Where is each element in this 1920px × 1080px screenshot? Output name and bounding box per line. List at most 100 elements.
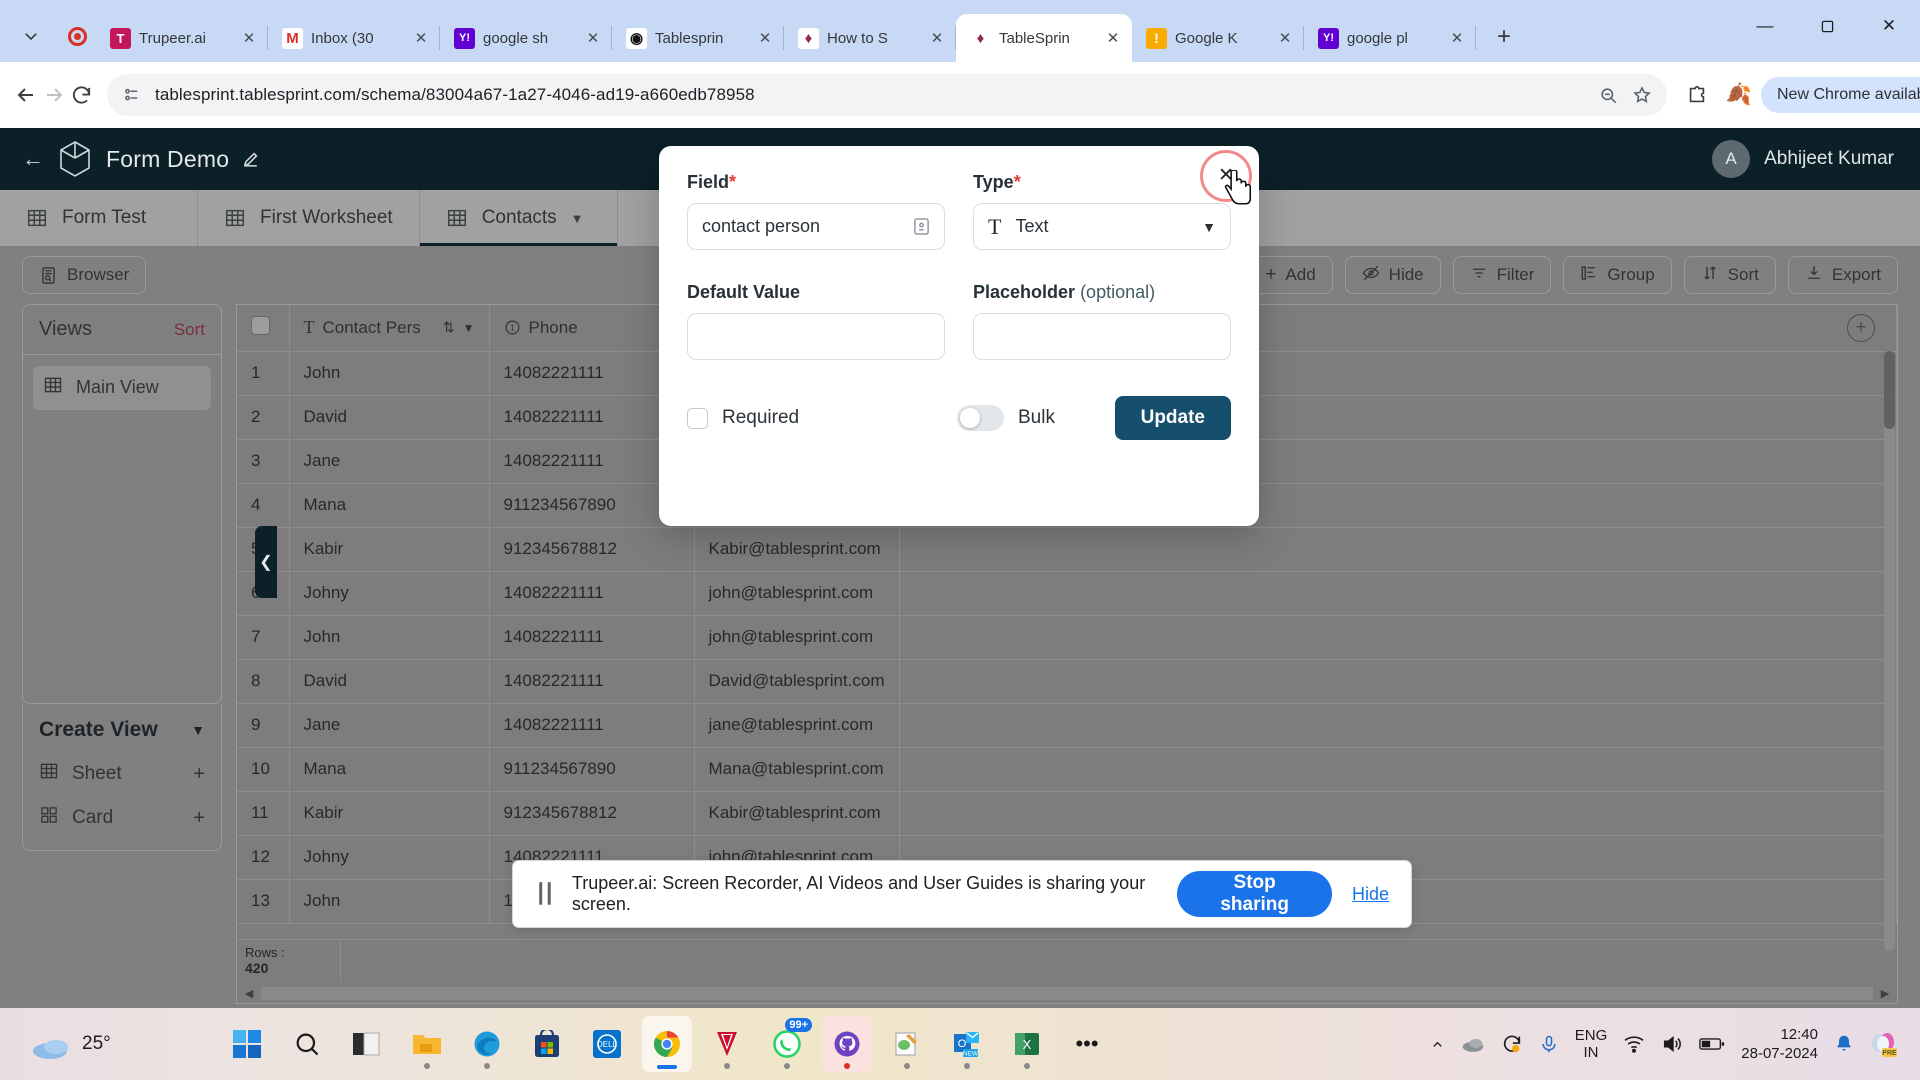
browser-button[interactable]: Browser xyxy=(22,256,147,294)
weather-widget[interactable]: 25° xyxy=(28,1027,198,1061)
cell-email[interactable]: john@tablesprint.com xyxy=(694,571,900,616)
wifi-icon[interactable] xyxy=(1623,1035,1645,1053)
field-type-select[interactable]: T Text ▼ xyxy=(973,203,1231,250)
cell-phone[interactable]: 14082221111 xyxy=(489,703,695,748)
user-menu[interactable]: A Abhijeet Kumar xyxy=(1712,128,1894,190)
worksheet-tab-contacts[interactable]: Contacts ▼ xyxy=(419,190,618,246)
tab-search-icon[interactable] xyxy=(4,10,58,62)
edge-button[interactable] xyxy=(462,1016,512,1072)
cell-name[interactable]: Jane xyxy=(289,703,490,748)
bookmark-star-icon[interactable] xyxy=(1631,84,1653,106)
chevron-down-icon[interactable]: ▼ xyxy=(571,211,584,226)
table-row[interactable]: 8 David 14082221111 David@tablesprint.com xyxy=(237,659,1897,704)
microphone-icon[interactable] xyxy=(1539,1033,1559,1055)
column-header-contact-person[interactable]: T Contact Pers ⇅ ▼ xyxy=(289,305,490,352)
extensions-icon[interactable] xyxy=(1677,75,1717,115)
new-tab-button[interactable]: + xyxy=(1484,17,1524,57)
browser-tab[interactable]: Y! google pl ✕ xyxy=(1304,14,1476,62)
site-info-icon[interactable] xyxy=(121,84,143,106)
tray-overflow-chevron-icon[interactable] xyxy=(1430,1037,1445,1052)
group-button[interactable]: Group xyxy=(1563,256,1672,294)
zoom-icon[interactable] xyxy=(1597,84,1619,106)
cell-email[interactable]: jane@tablesprint.com xyxy=(694,703,900,748)
pause-icon[interactable]: ┃┃ xyxy=(535,883,555,906)
start-button[interactable] xyxy=(222,1016,272,1072)
leaf-extension-icon[interactable]: 🍂 xyxy=(1719,75,1759,115)
close-dialog-button[interactable]: ✕ xyxy=(1211,160,1241,190)
address-bar[interactable]: tablesprint.tablesprint.com/schema/83004… xyxy=(107,74,1667,116)
notifications-bell-icon[interactable] xyxy=(1834,1033,1854,1055)
chevron-down-icon[interactable]: ▼ xyxy=(191,722,205,738)
sort-toggle-icon[interactable]: ⇅ xyxy=(443,319,455,336)
create-item-sheet[interactable]: Sheet + xyxy=(23,752,221,796)
chrome-button[interactable] xyxy=(642,1016,692,1072)
create-item-card[interactable]: Card + xyxy=(23,796,221,840)
hide-button[interactable]: Hide xyxy=(1344,256,1441,294)
tab-close-icon[interactable]: ✕ xyxy=(1446,27,1468,49)
search-button[interactable] xyxy=(282,1016,332,1072)
browser-tab-active[interactable]: ♦ TableSprin ✕ xyxy=(956,14,1132,62)
cell-name[interactable]: Jane xyxy=(289,439,490,484)
cell-email[interactable]: john@tablesprint.com xyxy=(694,615,900,660)
add-column-button[interactable]: + xyxy=(1847,314,1875,342)
select-all-checkbox[interactable] xyxy=(251,315,270,335)
cell-phone[interactable]: 14082221111 xyxy=(489,615,695,660)
browser-tab[interactable]: ◉ Tablesprin ✕ xyxy=(612,14,784,62)
bulk-toggle-group[interactable]: Bulk xyxy=(957,405,1055,431)
file-explorer-button[interactable] xyxy=(402,1016,452,1072)
chevron-down-icon[interactable]: ▼ xyxy=(463,321,475,335)
add-sheet-plus-icon[interactable]: + xyxy=(193,763,205,786)
dell-button[interactable]: DELL xyxy=(582,1016,632,1072)
required-checkbox[interactable] xyxy=(687,407,708,429)
vertical-scrollbar[interactable] xyxy=(1884,351,1895,951)
taskbar-overflow-button[interactable]: ••• xyxy=(1062,1016,1112,1072)
outlook-button[interactable]: O NEW xyxy=(942,1016,992,1072)
hide-share-bar-link[interactable]: Hide xyxy=(1352,884,1389,905)
add-card-plus-icon[interactable]: + xyxy=(193,807,205,830)
worksheet-tab-form-test[interactable]: Form Test xyxy=(0,190,198,246)
export-button[interactable]: Export xyxy=(1787,256,1898,294)
close-window-button[interactable]: ✕ xyxy=(1858,0,1920,52)
placeholder-input[interactable] xyxy=(973,313,1231,360)
stop-sharing-button[interactable]: Stop sharing xyxy=(1177,871,1332,917)
table-row[interactable]: 11 Kabir 912345678812 Kabir@tablesprint.com xyxy=(237,791,1897,836)
tab-close-icon[interactable]: ✕ xyxy=(410,27,432,49)
cell-name[interactable]: Johny xyxy=(289,571,490,616)
back-button[interactable] xyxy=(14,73,38,117)
table-row[interactable]: 10 Mana 911234567890 Mana@tablesprint.com xyxy=(237,747,1897,792)
horizontal-scrollbar[interactable]: ◀ ▶ xyxy=(237,983,1897,1003)
browser-tab[interactable]: M Inbox (30 ✕ xyxy=(268,14,440,62)
cell-email[interactable]: Kabir@tablesprint.com xyxy=(694,527,900,572)
tab-close-icon[interactable]: ✕ xyxy=(926,27,948,49)
cell-phone[interactable]: 912345678812 xyxy=(489,527,695,572)
whatsapp-button[interactable]: 99+ xyxy=(762,1016,812,1072)
scroll-left-arrow-icon[interactable]: ◀ xyxy=(237,987,261,1000)
github-button[interactable] xyxy=(822,1016,872,1072)
tab-close-icon[interactable]: ✕ xyxy=(1102,27,1124,49)
cell-phone[interactable]: 911234567890 xyxy=(489,747,695,792)
microsoft-store-button[interactable] xyxy=(522,1016,572,1072)
paint-button[interactable] xyxy=(882,1016,932,1072)
table-row[interactable]: 9 Jane 14082221111 jane@tablesprint.com xyxy=(237,703,1897,748)
cell-name[interactable]: Mana xyxy=(289,483,490,528)
task-view-button[interactable] xyxy=(342,1016,392,1072)
scroll-right-arrow-icon[interactable]: ▶ xyxy=(1873,987,1897,1000)
cell-name[interactable]: David xyxy=(289,395,490,440)
create-view-header[interactable]: Create View ▼ xyxy=(23,704,221,752)
cell-phone[interactable]: 14082221111 xyxy=(489,571,695,616)
sidebar-collapse-handle[interactable]: ❮ xyxy=(255,526,277,598)
cell-email[interactable]: Mana@tablesprint.com xyxy=(694,747,900,792)
cell-name[interactable]: John xyxy=(289,351,490,396)
cell-email[interactable]: David@tablesprint.com xyxy=(694,659,900,704)
language-indicator[interactable]: ENG IN xyxy=(1575,1027,1608,1062)
cell-phone[interactable]: 912345678812 xyxy=(489,791,695,836)
field-name-input[interactable]: contact person xyxy=(687,203,945,250)
table-row[interactable]: 5Kabir912345678812Kabir@tablesprint.com xyxy=(237,527,1897,572)
sort-button[interactable]: Sort xyxy=(1683,256,1776,294)
view-item-main-view[interactable]: Main View xyxy=(33,366,211,410)
cell-name[interactable]: John xyxy=(289,879,490,924)
chevron-down-icon[interactable]: ▼ xyxy=(1202,219,1216,235)
browser-tab[interactable]: T Trupeer.ai ✕ xyxy=(96,14,268,62)
cell-name[interactable]: Kabir xyxy=(289,527,490,572)
filter-button[interactable]: Filter xyxy=(1452,256,1552,294)
